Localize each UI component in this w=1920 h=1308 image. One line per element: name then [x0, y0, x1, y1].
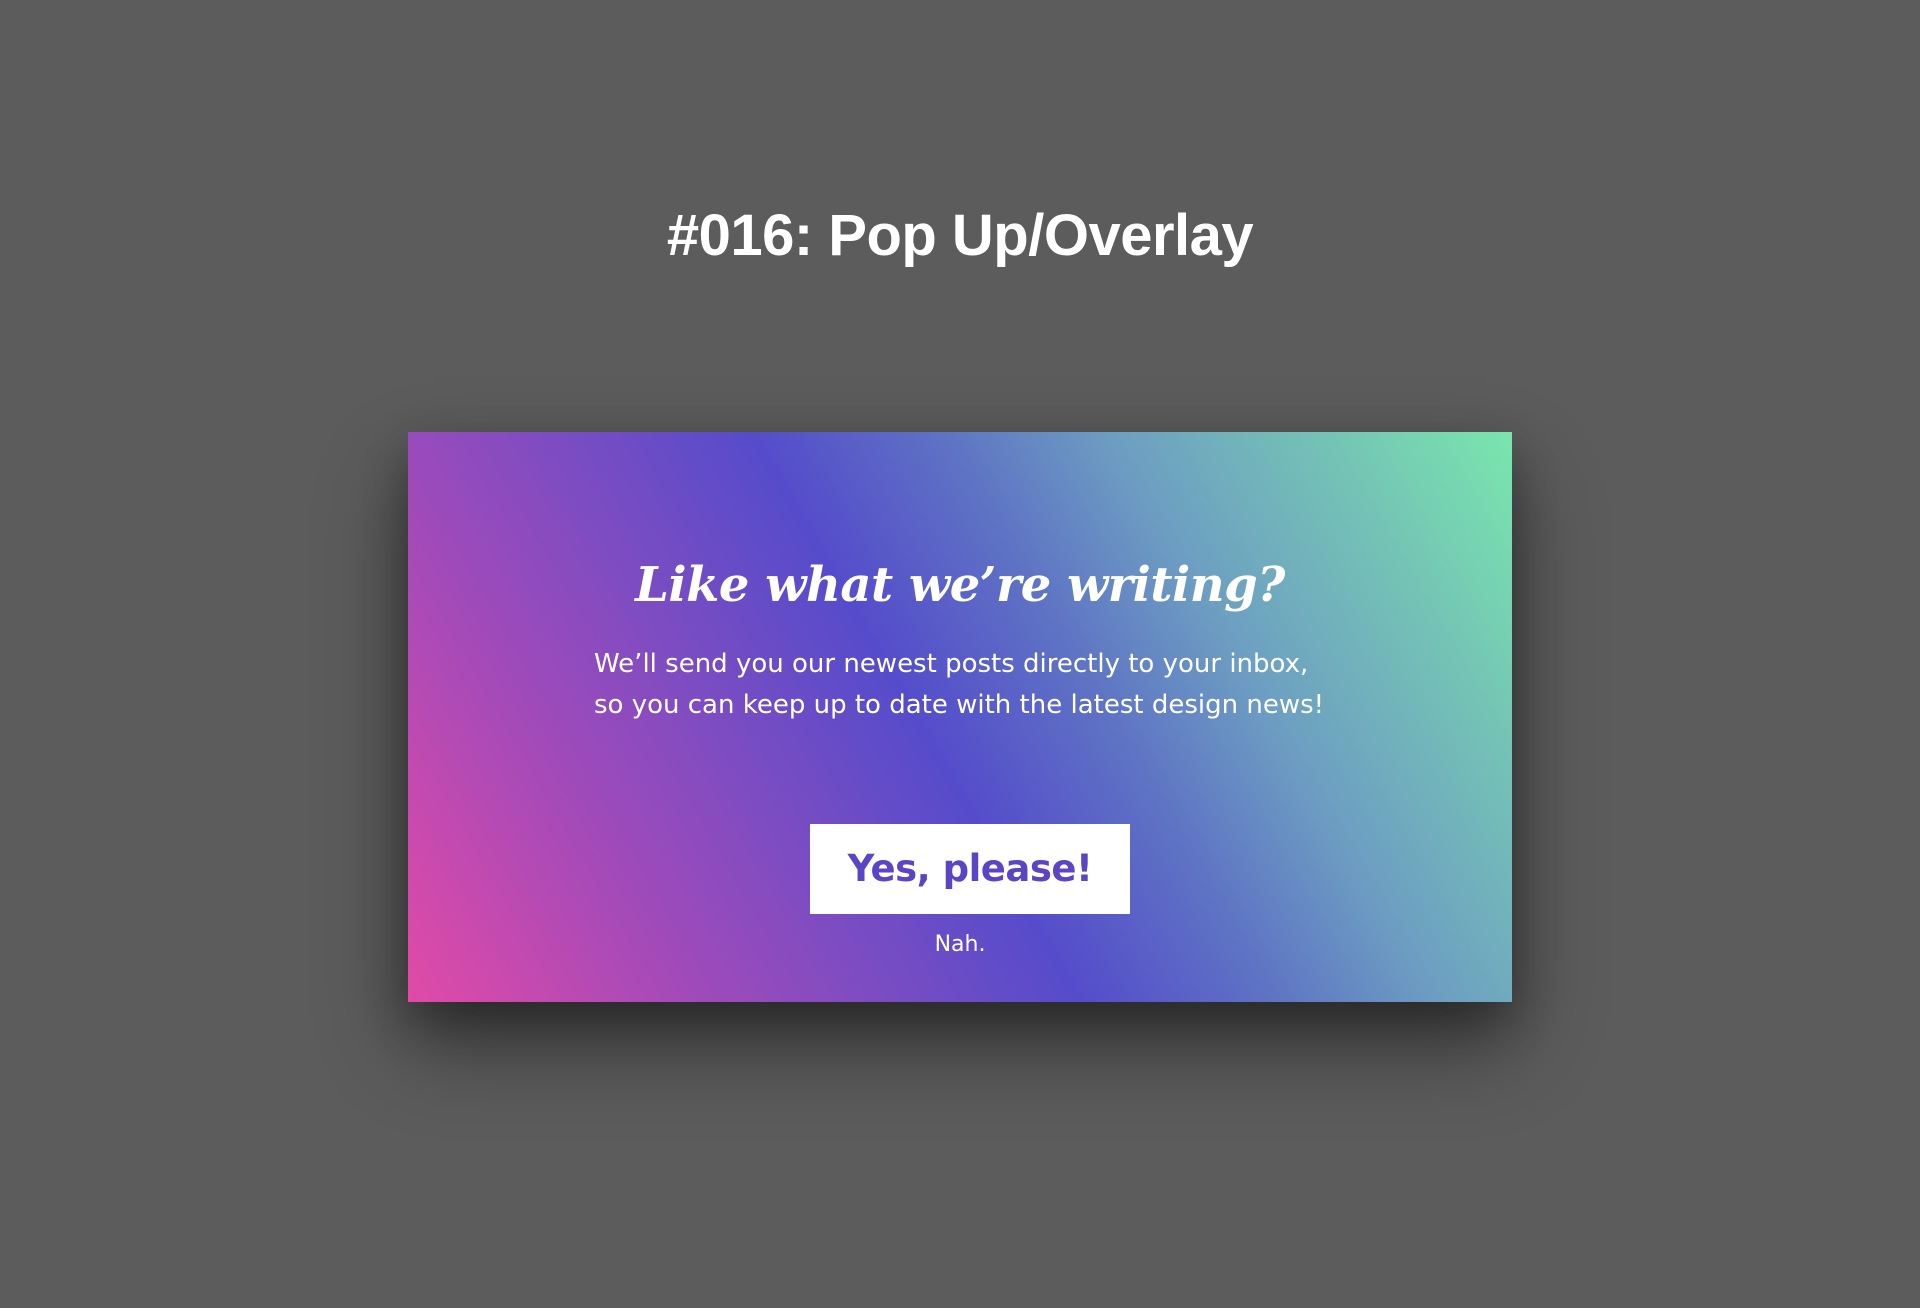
- popup-description: We’ll send you our newest posts directly…: [594, 644, 1354, 726]
- newsletter-popup: Like what we’re writing? We’ll send you …: [408, 432, 1512, 1002]
- dismiss-link[interactable]: Nah.: [408, 930, 1512, 960]
- subscribe-button[interactable]: Yes, please!: [810, 824, 1130, 914]
- page-title: #016: Pop Up/Overlay: [666, 203, 1254, 268]
- popup-heading: Like what we’re writing?: [635, 557, 1285, 613]
- popup-description-line: We’ll send you our newest posts directly…: [594, 649, 1309, 679]
- popup-description-line: so you can keep up to date with the late…: [594, 690, 1325, 720]
